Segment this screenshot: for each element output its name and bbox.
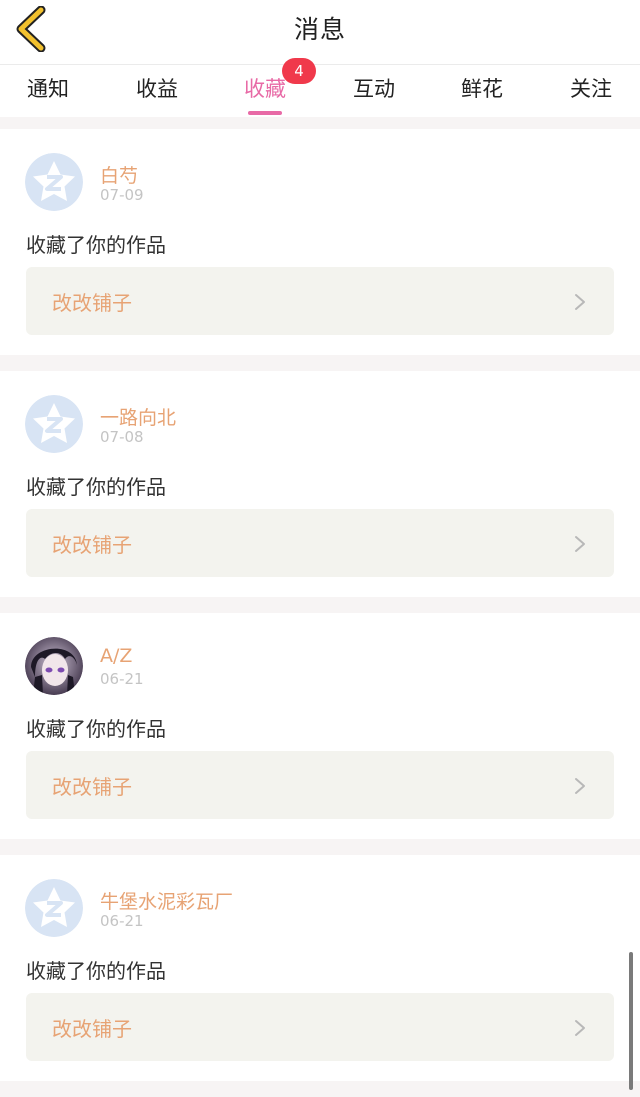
message-text: 收藏了你的作品 — [26, 717, 166, 741]
message-text: 收藏了你的作品 — [26, 959, 166, 983]
active-tab-indicator — [248, 111, 282, 115]
avatar[interactable] — [25, 153, 83, 211]
work-title: 改改铺子 — [52, 291, 132, 315]
sender-name[interactable]: 牛堡水泥彩瓦厂 — [100, 887, 233, 914]
avatar[interactable] — [25, 637, 83, 695]
tab-label: 关注 — [570, 77, 612, 101]
work-title: 改改铺子 — [52, 775, 132, 799]
tab-bar: 通知 收益 收藏 互动 鲜花 关注 — [0, 64, 640, 117]
tab-favorites[interactable]: 收藏 — [239, 73, 291, 115]
section-divider — [0, 597, 640, 613]
chevron-right-icon — [575, 536, 585, 552]
favorites-count-badge: 4 — [282, 58, 316, 84]
tab-notify[interactable]: 通知 — [22, 73, 74, 113]
work-title: 改改铺子 — [52, 1017, 132, 1041]
sender-name[interactable]: A/Z — [100, 645, 132, 667]
message-date: 06-21 — [100, 912, 144, 930]
work-title: 改改铺子 — [52, 533, 132, 557]
message-screen: 消息 通知 收益 收藏 互动 鲜花 关注 4 白芍 07-09 收藏了你的作品 … — [0, 0, 640, 1097]
tab-label: 收益 — [136, 77, 178, 101]
section-divider — [0, 117, 640, 129]
message-date: 07-08 — [100, 428, 144, 446]
section-divider — [0, 1081, 640, 1097]
message-card: 牛堡水泥彩瓦厂 06-21 收藏了你的作品 改改铺子 — [0, 855, 640, 1081]
message-text: 收藏了你的作品 — [26, 475, 166, 499]
message-text: 收藏了你的作品 — [26, 233, 166, 257]
message-card: A/Z 06-21 收藏了你的作品 改改铺子 — [0, 613, 640, 839]
scrollbar[interactable] — [629, 952, 633, 1090]
message-card: 一路向北 07-08 收藏了你的作品 改改铺子 — [0, 371, 640, 597]
chevron-right-icon — [575, 1020, 585, 1036]
work-link[interactable]: 改改铺子 — [26, 993, 614, 1061]
chevron-right-icon — [575, 294, 585, 310]
message-card: 白芍 07-09 收藏了你的作品 改改铺子 — [0, 129, 640, 355]
tab-interactions[interactable]: 互动 — [348, 73, 400, 113]
message-date: 07-09 — [100, 186, 144, 204]
tab-flowers[interactable]: 鲜花 — [456, 73, 508, 113]
qq-default-avatar-icon — [25, 879, 83, 937]
tab-label: 收藏 — [244, 77, 286, 101]
section-divider — [0, 355, 640, 371]
qq-default-avatar-icon — [25, 153, 83, 211]
message-date: 06-21 — [100, 670, 144, 688]
work-link[interactable]: 改改铺子 — [26, 751, 614, 819]
qq-default-avatar-icon — [25, 395, 83, 453]
tab-label: 通知 — [27, 77, 69, 101]
sender-name[interactable]: 白芍 — [100, 161, 138, 188]
sender-name[interactable]: 一路向北 — [100, 403, 176, 430]
work-link[interactable]: 改改铺子 — [26, 267, 614, 335]
tab-label: 互动 — [353, 77, 395, 101]
avatar[interactable] — [25, 395, 83, 453]
page-title: 消息 — [293, 15, 346, 44]
tab-label: 鲜花 — [461, 77, 503, 101]
header-bar: 消息 — [0, 0, 640, 58]
chevron-right-icon — [575, 778, 585, 794]
avatar[interactable] — [25, 879, 83, 937]
tab-earnings[interactable]: 收益 — [131, 73, 183, 113]
anime-portrait-avatar — [25, 637, 83, 695]
tab-follow[interactable]: 关注 — [565, 73, 617, 113]
section-divider — [0, 839, 640, 855]
work-link[interactable]: 改改铺子 — [26, 509, 614, 577]
